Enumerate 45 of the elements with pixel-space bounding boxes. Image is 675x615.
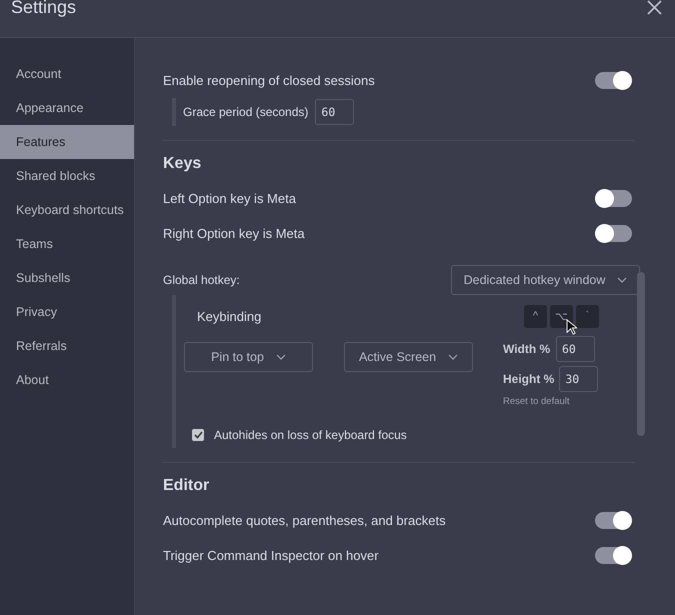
grace-period-field[interactable]: 60 [315,99,354,125]
sidebar-item[interactable]: Referrals [0,329,134,363]
sidebar-item[interactable]: Teams [0,227,134,261]
chevron-down-icon [617,277,628,283]
key-cap[interactable]: ` [576,304,599,328]
field-label: Grace period (seconds) [183,105,308,119]
setting-label: Autocomplete quotes, parentheses, and brackets [163,513,446,528]
scrollbar[interactable] [637,272,645,436]
hotkey-mode-dropdown[interactable]: Dedicated hotkey window [451,265,640,295]
sidebar-item[interactable]: Features [0,125,134,159]
position-dropdown[interactable]: Pin to top [184,342,313,372]
keybinding-label: Keybinding [197,308,262,324]
section-heading: Editor [163,477,210,495]
checkbox-label: Autohides on loss of keyboard focus [214,428,407,442]
setting-label: Right Option key is Meta [163,226,305,241]
reset-link[interactable]: Reset to default [503,396,598,407]
setting-label: Enable reopening of closed sessions [163,73,375,88]
sidebar-item[interactable]: Keyboard shortcuts [0,193,134,227]
window-title: Settings [11,0,76,15]
chevron-down-icon [276,354,286,360]
global-hotkey-label: Global hotkey: [163,273,240,287]
checkbox[interactable] [192,429,204,441]
height-label: Height % [503,372,554,386]
sidebar-item[interactable]: Subshells [0,261,134,295]
width-label: Width % [503,342,551,356]
toggle-switch[interactable] [595,512,632,529]
toggle-switch[interactable] [595,190,632,207]
width-field[interactable]: 60 [556,336,595,362]
toggle-switch[interactable] [595,225,632,242]
sidebar-item[interactable]: Shared blocks [0,159,134,193]
mouse-pointer-icon [566,318,577,334]
setting-label: Left Option key is Meta [163,191,296,206]
close-button[interactable] [646,0,663,16]
toggle-switch[interactable] [595,72,632,89]
sidebar-item[interactable]: About [0,363,134,397]
sidebar-item[interactable]: Account [0,57,134,91]
sidebar-item[interactable]: Privacy [0,295,134,329]
sidebar-item[interactable]: Appearance [0,91,134,125]
height-field[interactable]: 30 [559,366,598,392]
toggle-switch[interactable] [595,547,632,564]
key-cap[interactable]: ^ [524,304,547,328]
setting-label: Trigger Command Inspector on hover [163,548,379,563]
chevron-down-icon [448,354,458,360]
screen-dropdown[interactable]: Active Screen [344,342,473,372]
section-heading: Keys [163,155,202,173]
